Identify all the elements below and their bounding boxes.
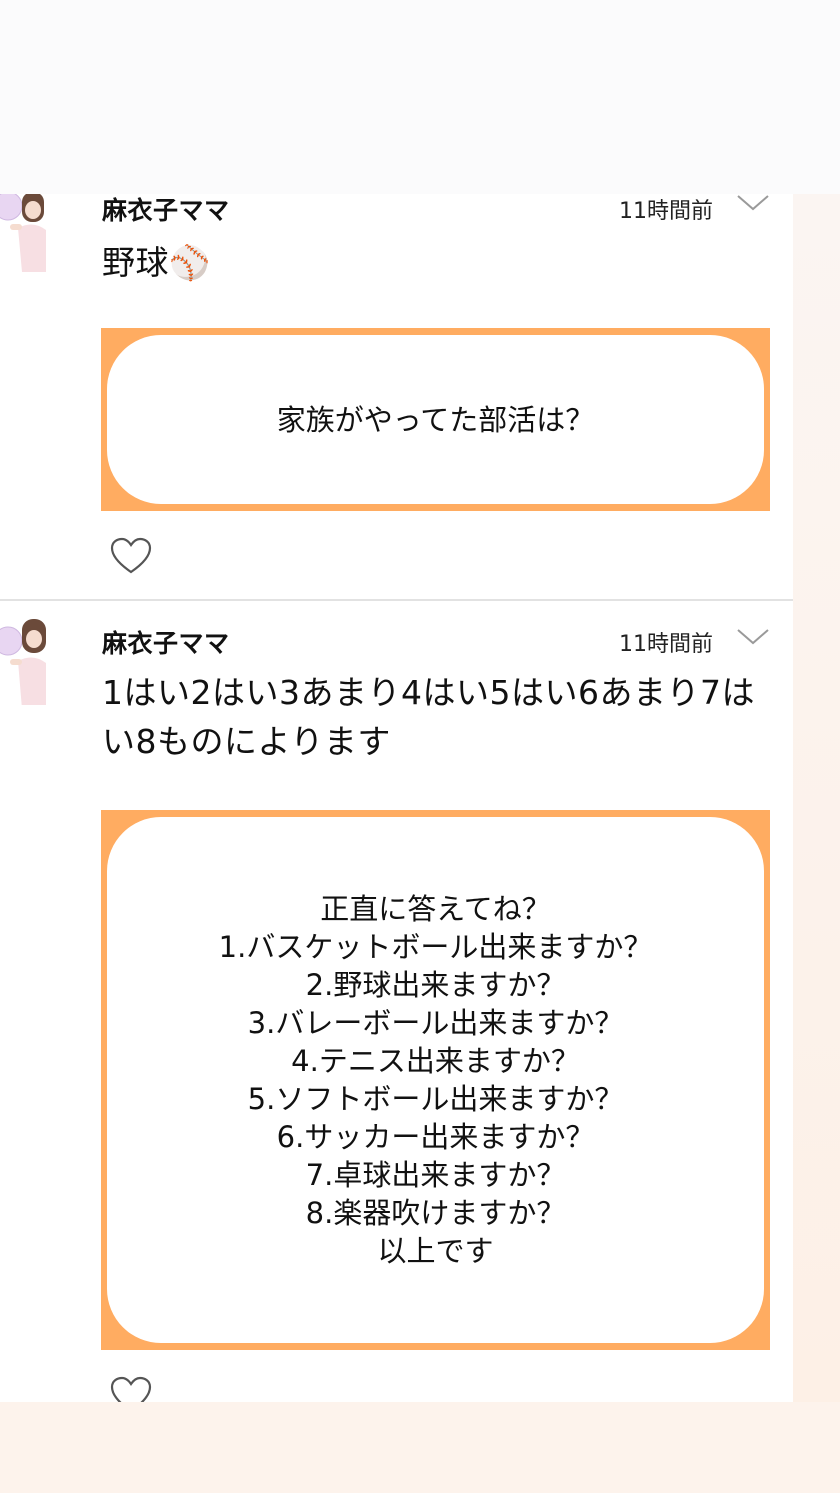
author-name[interactable]: 麻衣子ママ	[102, 194, 230, 227]
heart-icon[interactable]	[110, 537, 152, 575]
question-card[interactable]: 正直に答えてね？ 1.バスケットボール出来ますか？ 2.野球出来ますか？ 3.バ…	[101, 810, 770, 1350]
post-time: 11時間前	[619, 632, 713, 657]
author-name[interactable]: 麻衣子ママ	[102, 624, 230, 660]
post-text: 野球⚾	[102, 238, 772, 287]
question-card-text: 正直に答えてね？ 1.バスケットボール出来ますか？ 2.野球出来ますか？ 3.バ…	[107, 817, 764, 1343]
question-card-text: 家族がやってた部活は？	[107, 335, 764, 504]
status-area-blank	[0, 0, 840, 194]
chevron-down-icon[interactable]	[736, 194, 770, 213]
chevron-down-icon[interactable]	[736, 627, 770, 647]
post-text-content: 野球⚾	[102, 243, 211, 282]
post-text: 1はい2はい3あまり4はい5はい6あまり7はい8ものによります	[102, 668, 772, 766]
heart-icon[interactable]	[110, 1376, 152, 1402]
avatar[interactable]	[0, 194, 48, 272]
post-time: 11時間前	[619, 199, 713, 224]
side-background	[793, 194, 840, 1402]
post-feed[interactable]: 麻衣子ママ 11時間前 野球⚾ 家族がやってた部活は？ 麻衣子ママ 11時間前	[0, 194, 793, 1402]
avatar[interactable]	[0, 617, 48, 705]
question-card[interactable]: 家族がやってた部活は？	[101, 328, 770, 511]
post-item: 麻衣子ママ 11時間前 野球⚾ 家族がやってた部活は？	[0, 194, 793, 599]
post-text-content: 1はい2はい3あまり4はい5はい6あまり7はい8ものによります	[102, 673, 755, 761]
post-item: 麻衣子ママ 11時間前 1はい2はい3あまり4はい5はい6あまり7はい8ものによ…	[0, 601, 793, 1402]
